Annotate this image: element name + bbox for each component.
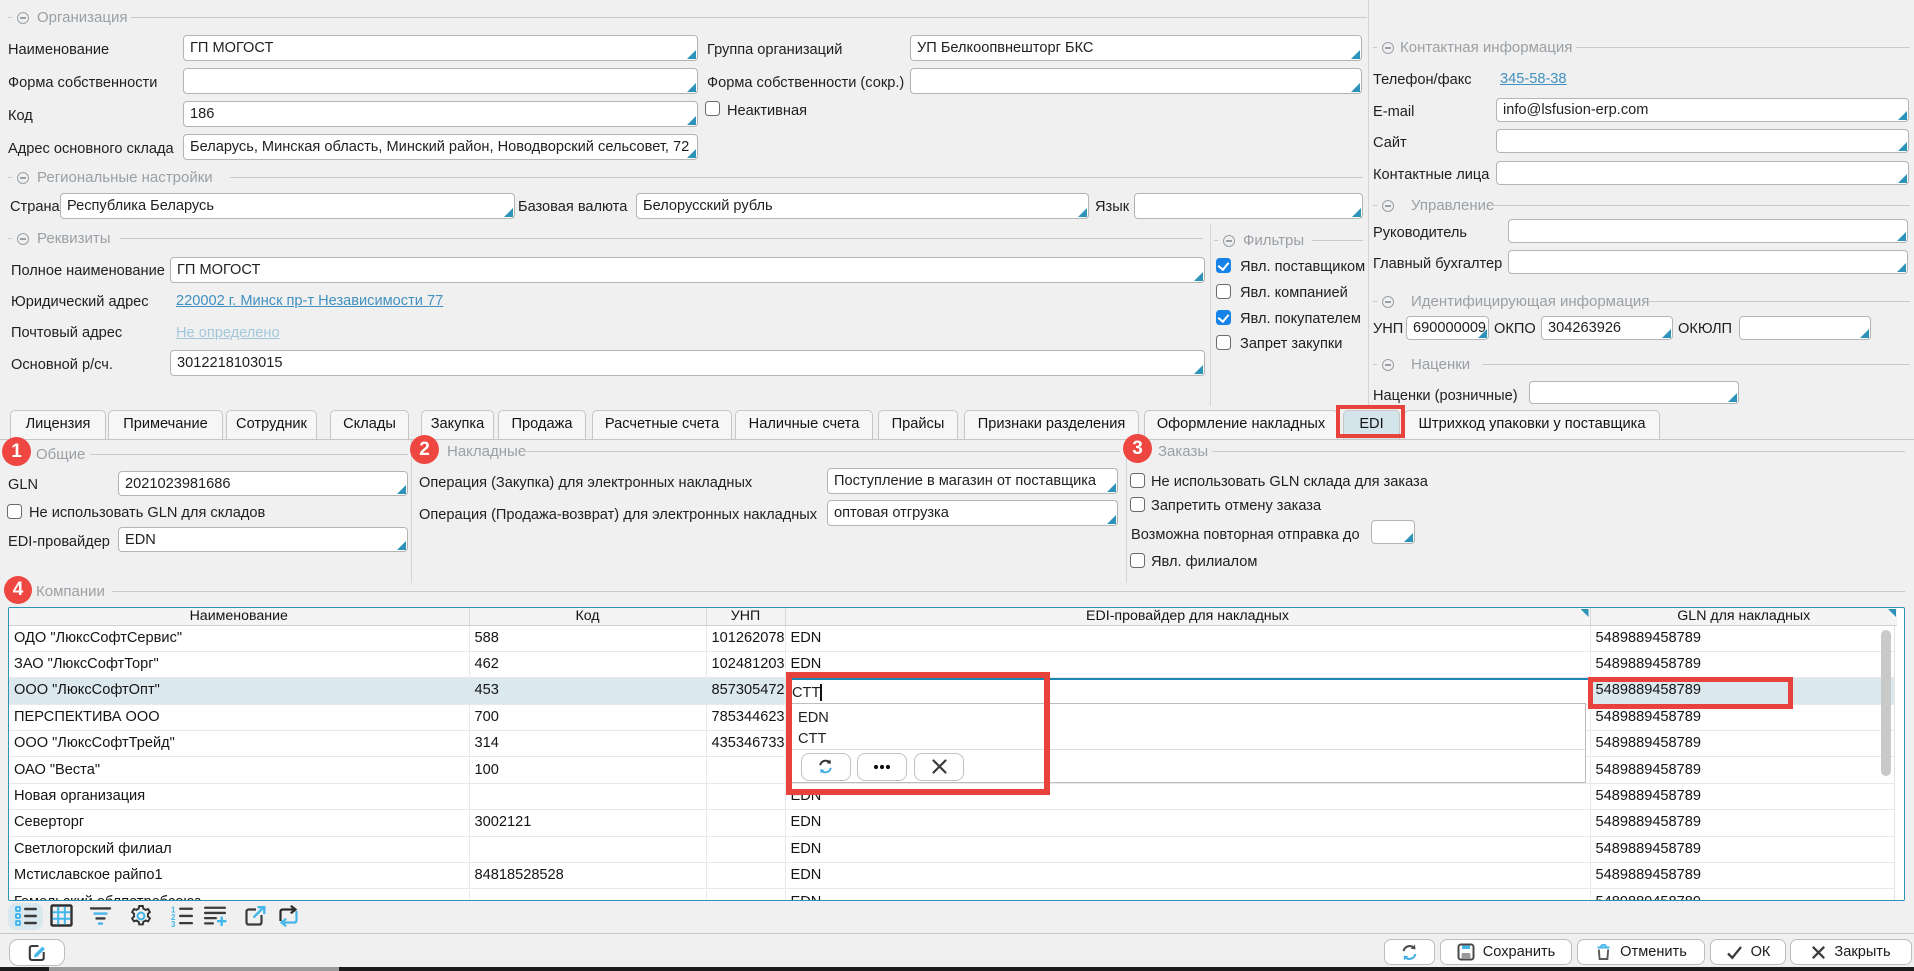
svg-text:3: 3 [171,920,176,927]
